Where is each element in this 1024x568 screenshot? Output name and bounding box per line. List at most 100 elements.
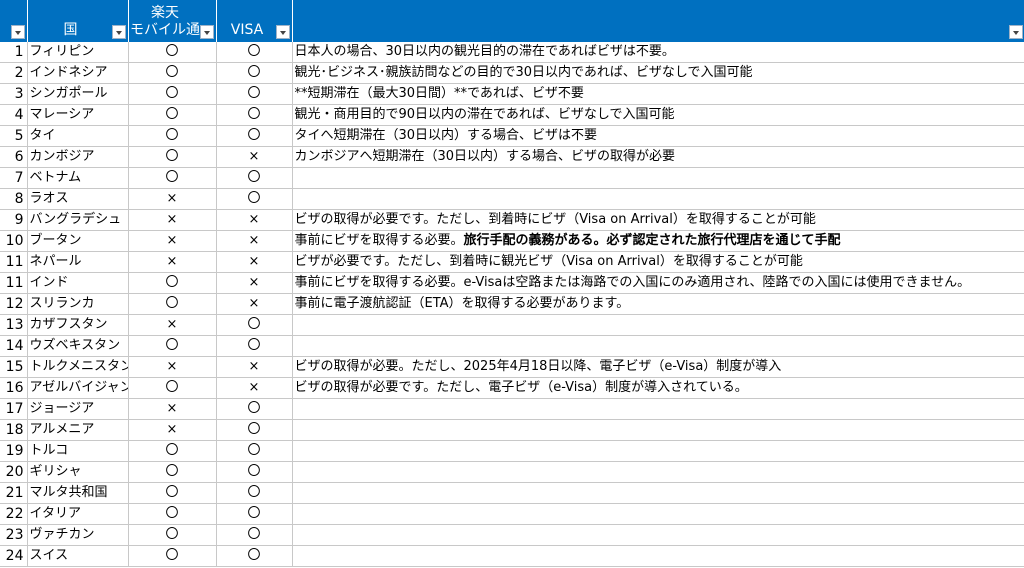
filter-dropdown-icon[interactable]	[111, 25, 126, 39]
note-cell[interactable]	[292, 188, 1024, 210]
mobile-cell[interactable]: ×	[128, 419, 217, 441]
row-number-cell[interactable]: 8	[0, 188, 28, 210]
row-number-cell[interactable]: 12	[0, 293, 28, 315]
row-number-cell[interactable]: 22	[0, 503, 28, 525]
visa-cell[interactable]: 〇	[216, 62, 293, 84]
row-number-cell[interactable]: 9	[0, 209, 28, 231]
country-cell[interactable]: カザフスタン	[27, 314, 129, 336]
mobile-cell[interactable]: 〇	[128, 83, 217, 105]
row-number-cell[interactable]: 23	[0, 524, 28, 546]
visa-cell[interactable]: 〇	[216, 188, 293, 210]
note-cell[interactable]: 事前に電子渡航認証（ETA）を取得する必要があります。	[292, 293, 1024, 315]
mobile-cell[interactable]: 〇	[128, 104, 217, 126]
row-number-cell[interactable]: 3	[0, 83, 28, 105]
row-number-cell[interactable]: 24	[0, 545, 28, 567]
row-number-cell[interactable]: 10	[0, 230, 28, 252]
note-cell[interactable]: 事前にビザを取得する必要。e-Visaは空路または海路での入国にのみ適用され、陸…	[292, 272, 1024, 294]
mobile-cell[interactable]: 〇	[128, 524, 217, 546]
row-number-cell[interactable]: 20	[0, 461, 28, 483]
note-cell[interactable]	[292, 503, 1024, 525]
visa-cell[interactable]: 〇	[216, 314, 293, 336]
country-cell[interactable]: ラオス	[27, 188, 129, 210]
row-number-cell[interactable]: 7	[0, 167, 28, 189]
visa-cell[interactable]: ×	[216, 230, 293, 252]
mobile-cell[interactable]: 〇	[128, 503, 217, 525]
visa-cell[interactable]: 〇	[216, 104, 293, 126]
country-cell[interactable]: カンボジア	[27, 146, 129, 168]
mobile-cell[interactable]: ×	[128, 398, 217, 420]
country-cell[interactable]: フィリピン	[27, 42, 129, 63]
row-number-cell[interactable]: 2	[0, 62, 28, 84]
visa-cell[interactable]: 〇	[216, 398, 293, 420]
country-cell[interactable]: イタリア	[27, 503, 129, 525]
note-cell[interactable]	[292, 440, 1024, 462]
note-cell[interactable]: タイへ短期滞在（30日以内）する場合、ビザは不要	[292, 125, 1024, 147]
country-cell[interactable]: スリランカ	[27, 293, 129, 315]
visa-cell[interactable]: ×	[216, 251, 293, 273]
note-cell[interactable]: ビザの取得が必要。ただし、2025年4月18日以降、電子ビザ（e-Visa）制度…	[292, 356, 1024, 378]
note-cell[interactable]: **短期滞在（最大30日間）**であれば、ビザ不要	[292, 83, 1024, 105]
note-cell[interactable]: 日本人の場合、30日以内の観光目的の滞在であればビザは不要。	[292, 42, 1024, 63]
row-number-cell[interactable]: 19	[0, 440, 28, 462]
mobile-cell[interactable]: 〇	[128, 125, 217, 147]
mobile-cell[interactable]: 〇	[128, 293, 217, 315]
mobile-cell[interactable]: 〇	[128, 272, 217, 294]
visa-cell[interactable]: 〇	[216, 461, 293, 483]
note-cell[interactable]	[292, 545, 1024, 567]
note-cell[interactable]	[292, 524, 1024, 546]
country-cell[interactable]: アゼルバイジャン	[27, 377, 129, 399]
row-number-cell[interactable]: 13	[0, 314, 28, 336]
mobile-cell[interactable]: 〇	[128, 335, 217, 357]
note-cell[interactable]	[292, 335, 1024, 357]
visa-cell[interactable]: 〇	[216, 125, 293, 147]
note-cell[interactable]: 観光･ビジネス･親族訪問などの目的で30日以内であれば、ビザなしで入国可能	[292, 62, 1024, 84]
note-cell[interactable]	[292, 419, 1024, 441]
filter-dropdown-icon[interactable]	[199, 25, 214, 39]
visa-cell[interactable]: 〇	[216, 524, 293, 546]
country-cell[interactable]: マルタ共和国	[27, 482, 129, 504]
row-number-cell[interactable]: 14	[0, 335, 28, 357]
visa-cell[interactable]: 〇	[216, 335, 293, 357]
note-cell[interactable]: 事前にビザを取得する必要。旅行手配の義務がある。必ず認定された旅行代理店を通じて…	[292, 230, 1024, 252]
mobile-cell[interactable]: 〇	[128, 440, 217, 462]
mobile-cell[interactable]: 〇	[128, 167, 217, 189]
mobile-cell[interactable]: 〇	[128, 482, 217, 504]
mobile-cell[interactable]: ×	[128, 251, 217, 273]
country-cell[interactable]: トルコ	[27, 440, 129, 462]
filter-dropdown-icon[interactable]	[275, 25, 290, 39]
visa-cell[interactable]: 〇	[216, 419, 293, 441]
filter-dropdown-icon[interactable]	[10, 25, 25, 39]
note-cell[interactable]: ビザが必要です。ただし、到着時に観光ビザ（Visa on Arrival）を取得…	[292, 251, 1024, 273]
row-number-cell[interactable]: 11	[0, 251, 28, 273]
note-cell[interactable]: ビザの取得が必要です。ただし、到着時にビザ（Visa on Arrival）を取…	[292, 209, 1024, 231]
note-cell[interactable]: カンボジアへ短期滞在（30日以内）する場合、ビザの取得が必要	[292, 146, 1024, 168]
note-cell[interactable]	[292, 314, 1024, 336]
country-cell[interactable]: バングラデシュ	[27, 209, 129, 231]
visa-cell[interactable]: ×	[216, 377, 293, 399]
country-cell[interactable]: トルクメニスタン	[27, 356, 129, 378]
visa-cell[interactable]: ×	[216, 293, 293, 315]
mobile-cell[interactable]: ×	[128, 188, 217, 210]
visa-cell[interactable]: ×	[216, 356, 293, 378]
row-number-cell[interactable]: 5	[0, 125, 28, 147]
row-number-cell[interactable]: 18	[0, 419, 28, 441]
mobile-cell[interactable]: 〇	[128, 461, 217, 483]
visa-cell[interactable]: 〇	[216, 545, 293, 567]
mobile-cell[interactable]: ×	[128, 230, 217, 252]
note-cell[interactable]	[292, 167, 1024, 189]
note-cell[interactable]: 観光・商用目的で90日以内の滞在であれば、ビザなしで入国可能	[292, 104, 1024, 126]
visa-cell[interactable]: 〇	[216, 482, 293, 504]
mobile-cell[interactable]: 〇	[128, 62, 217, 84]
country-cell[interactable]: インドネシア	[27, 62, 129, 84]
row-number-cell[interactable]: 15	[0, 356, 28, 378]
row-number-cell[interactable]: 11	[0, 272, 28, 294]
country-cell[interactable]: ヴァチカン	[27, 524, 129, 546]
row-number-cell[interactable]: 4	[0, 104, 28, 126]
note-cell[interactable]	[292, 398, 1024, 420]
country-cell[interactable]: ベトナム	[27, 167, 129, 189]
mobile-cell[interactable]: 〇	[128, 42, 217, 63]
visa-cell[interactable]: 〇	[216, 42, 293, 63]
visa-cell[interactable]: 〇	[216, 503, 293, 525]
visa-cell[interactable]: ×	[216, 272, 293, 294]
country-cell[interactable]: ウズベキスタン	[27, 335, 129, 357]
